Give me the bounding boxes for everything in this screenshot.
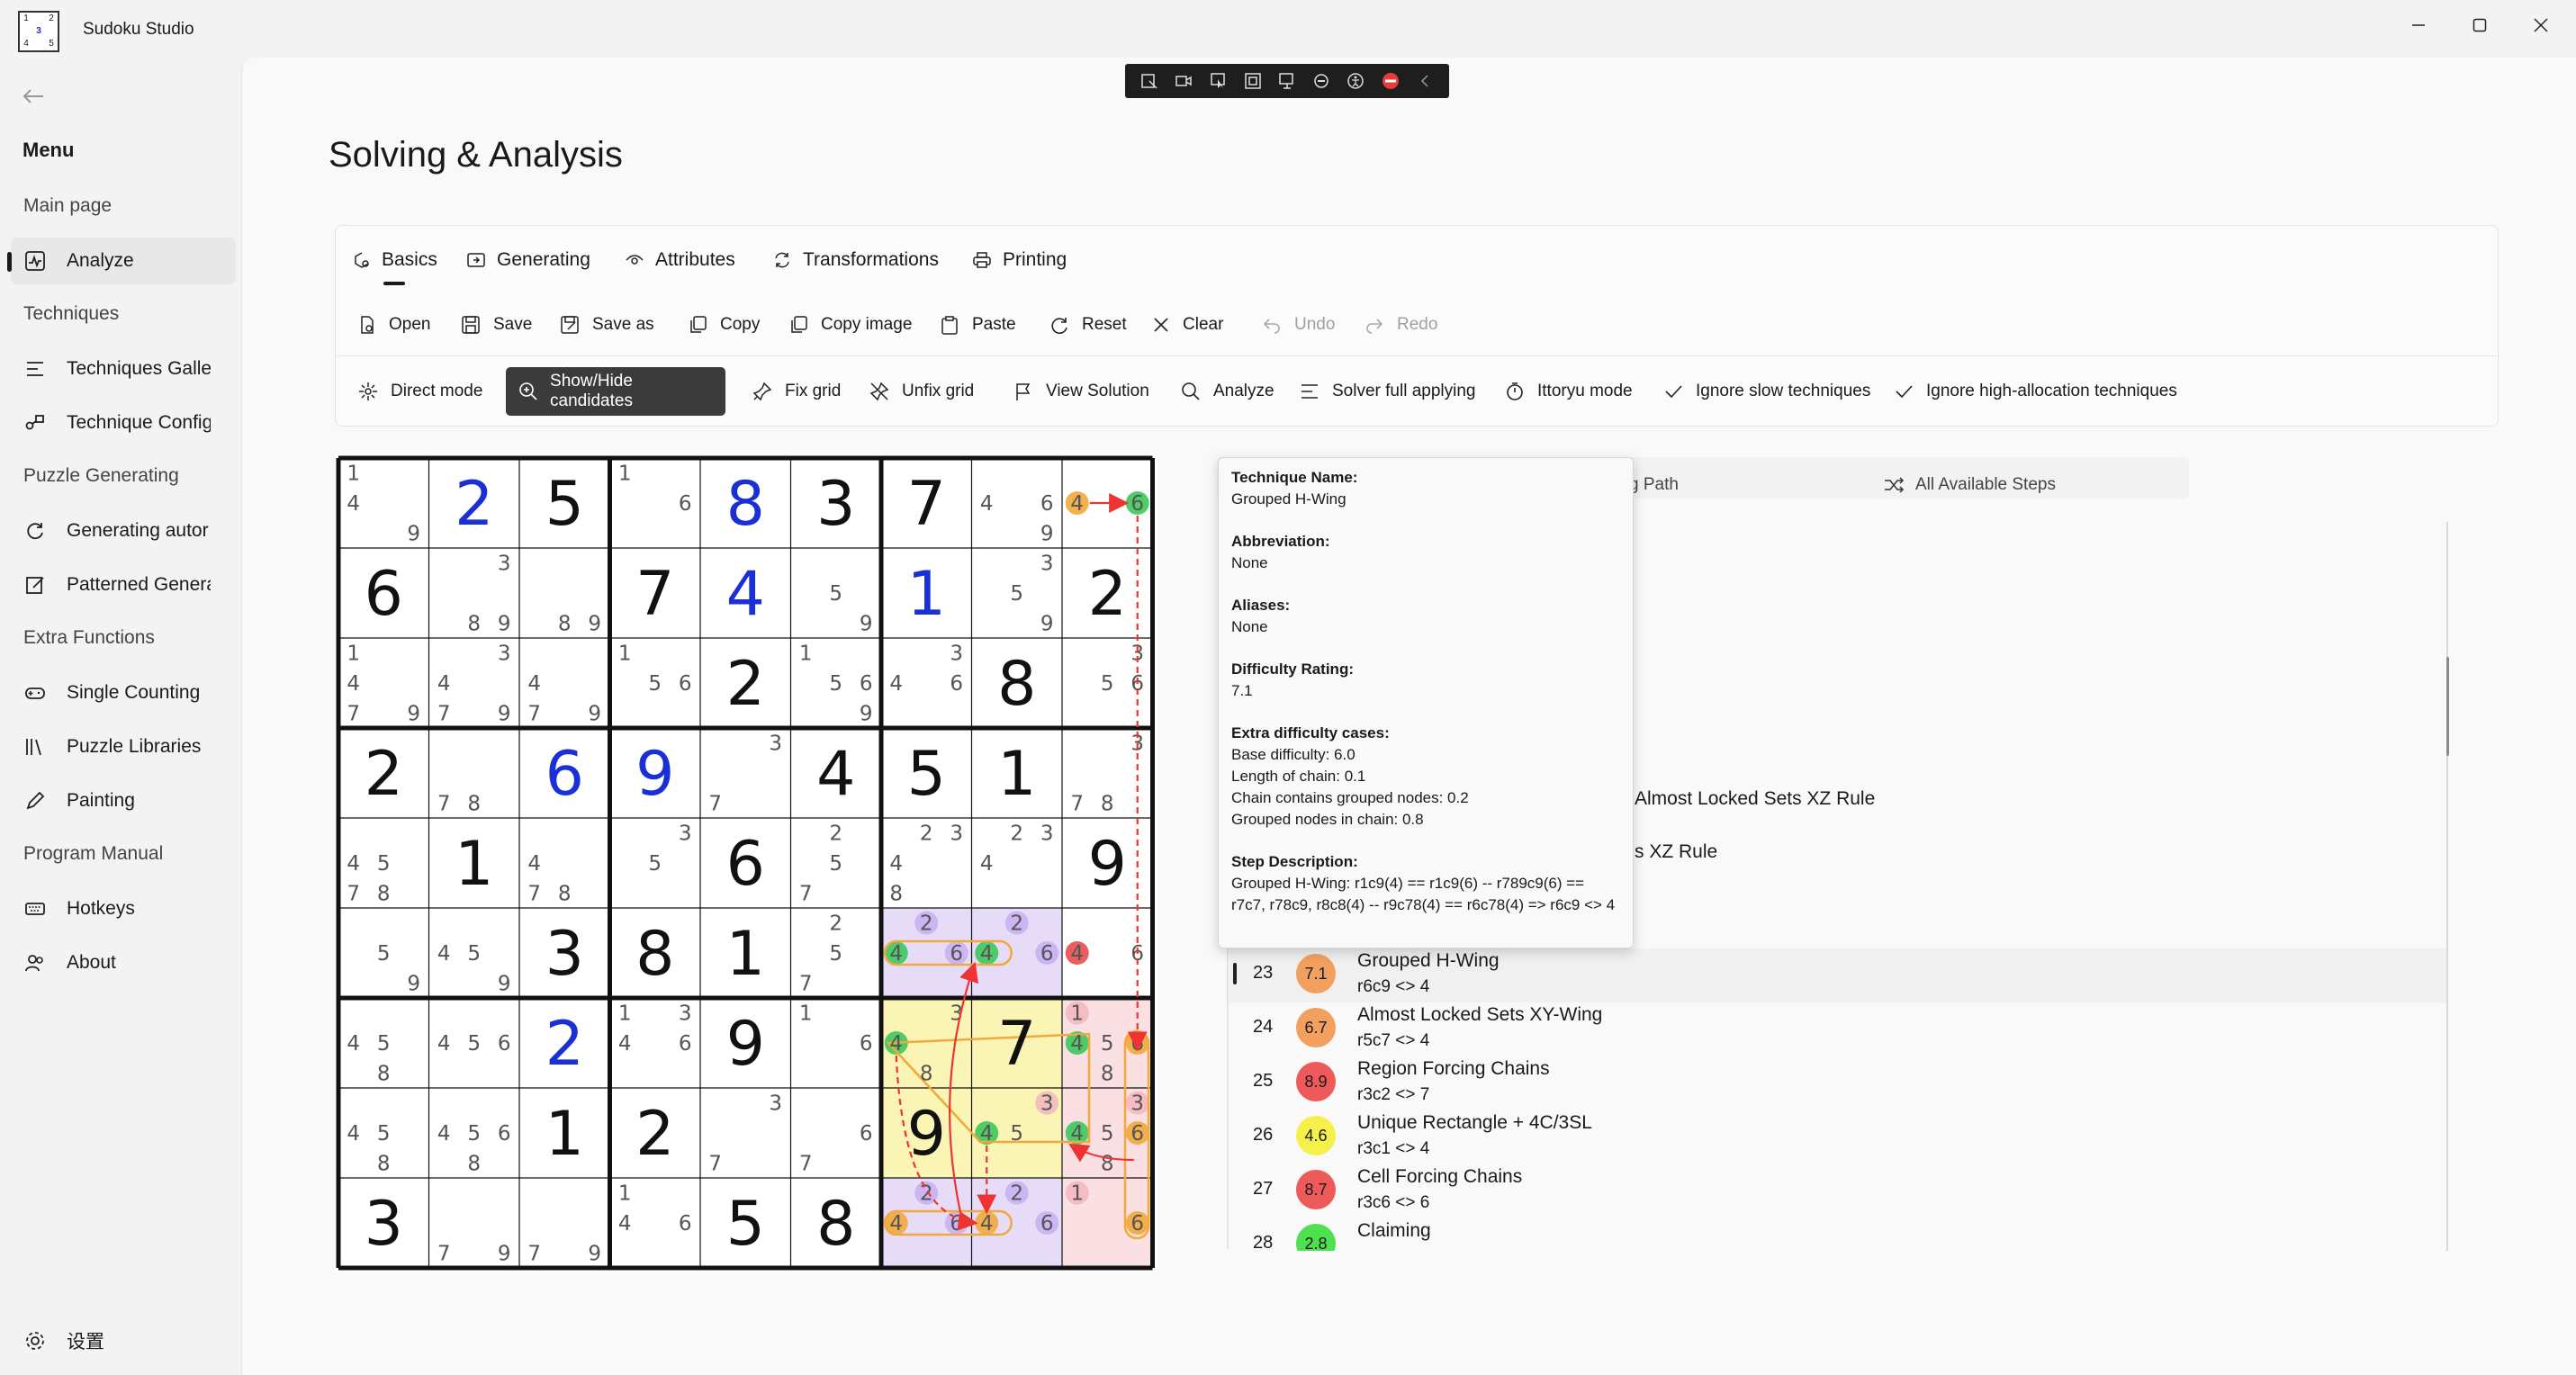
step-conclusion: r5c7 <> 4 [1357,1031,1430,1050]
tooltip-abbr: None [1231,554,1268,571]
tooltip-alias: None [1231,618,1268,635]
difficulty-badge: 8.7 [1296,1170,1336,1209]
tooltip-extra-heading: Extra difficulty cases: [1231,724,1390,741]
step-row[interactable]: 27 8.7 Cell Forcing Chains r3c6 <> 6 [1229,1164,2446,1218]
sidebar-item-label: 设置 [67,1332,104,1353]
step-row[interactable]: 26 4.6 Unique Rectangle + 4C/3SL r3c1 <> 4 [1229,1110,2446,1164]
difficulty-badge: 7.1 [1296,954,1336,993]
step-name: Unique Rectangle + 4C/3SL [1357,1112,1592,1133]
step-name: Region Forcing Chains [1357,1058,1550,1079]
tooltip-rating: 7.1 [1231,682,1253,699]
tooltip-extra-item: Chain contains grouped nodes: 0.2 [1231,789,1469,806]
gear-icon [23,1329,47,1353]
step-row[interactable]: 23 7.1 Grouped H-Wing r6c9 <> 4 [1229,948,2446,1002]
tooltip-name: Grouped H-Wing [1231,490,1347,508]
difficulty-badge: 6.7 [1296,1008,1336,1047]
step-row[interactable]: 24 6.7 Almost Locked Sets XY-Wing r5c7 <> 4 [1229,1002,2446,1056]
tooltip-extra-item: Base difficulty: 6.0 [1231,746,1356,763]
tooltip-alias-heading: Aliases: [1231,597,1291,614]
step-number: 27 [1253,1179,1274,1199]
tooltip-extra-item: Grouped nodes in chain: 0.8 [1231,811,1424,828]
step-name: Grouped H-Wing [1357,950,1500,971]
tooltip-desc: Grouped H-Wing: r1c9(4) == r1c9(6) -- r7… [1231,875,1616,913]
step-number: 24 [1253,1017,1274,1037]
step-conclusion: r3c2 <> 7 [1357,1085,1430,1104]
step-name: Claiming [1357,1220,1431,1241]
difficulty-badge: 4.6 [1296,1116,1336,1155]
sidebar-item-settings[interactable]: 设置 [11,1317,236,1364]
tooltip-rating-heading: Difficulty Rating: [1231,661,1354,678]
step-name: Almost Locked Sets XY-Wing [1357,1004,1603,1025]
tooltip-extra-item: Length of chain: 0.1 [1231,768,1366,785]
step-number: 25 [1253,1071,1274,1091]
technique-tooltip: Technique Name: Grouped H-Wing Abbreviati… [1218,457,1634,948]
step-number: 26 [1253,1125,1274,1145]
tooltip-abbr-heading: Abbreviation: [1231,533,1330,550]
step-conclusion: r3c1 <> 4 [1357,1139,1430,1158]
step-row[interactable]: 28 2.8 Claiming [1229,1218,2446,1251]
step-conclusion: r3c6 <> 6 [1357,1193,1430,1212]
tooltip-desc-heading: Step Description: [1231,853,1358,870]
step-conclusion: r6c9 <> 4 [1357,977,1430,996]
difficulty-badge: 8.9 [1296,1062,1336,1101]
step-number: 28 [1253,1233,1274,1251]
step-name: Cell Forcing Chains [1357,1166,1523,1187]
tooltip-name-heading: Technique Name: [1231,469,1358,486]
selection-indicator [1233,963,1237,984]
difficulty-badge: 2.8 [1296,1224,1336,1251]
step-row[interactable]: 25 8.9 Region Forcing Chains r3c2 <> 7 [1229,1056,2446,1110]
step-number: 23 [1253,963,1274,983]
